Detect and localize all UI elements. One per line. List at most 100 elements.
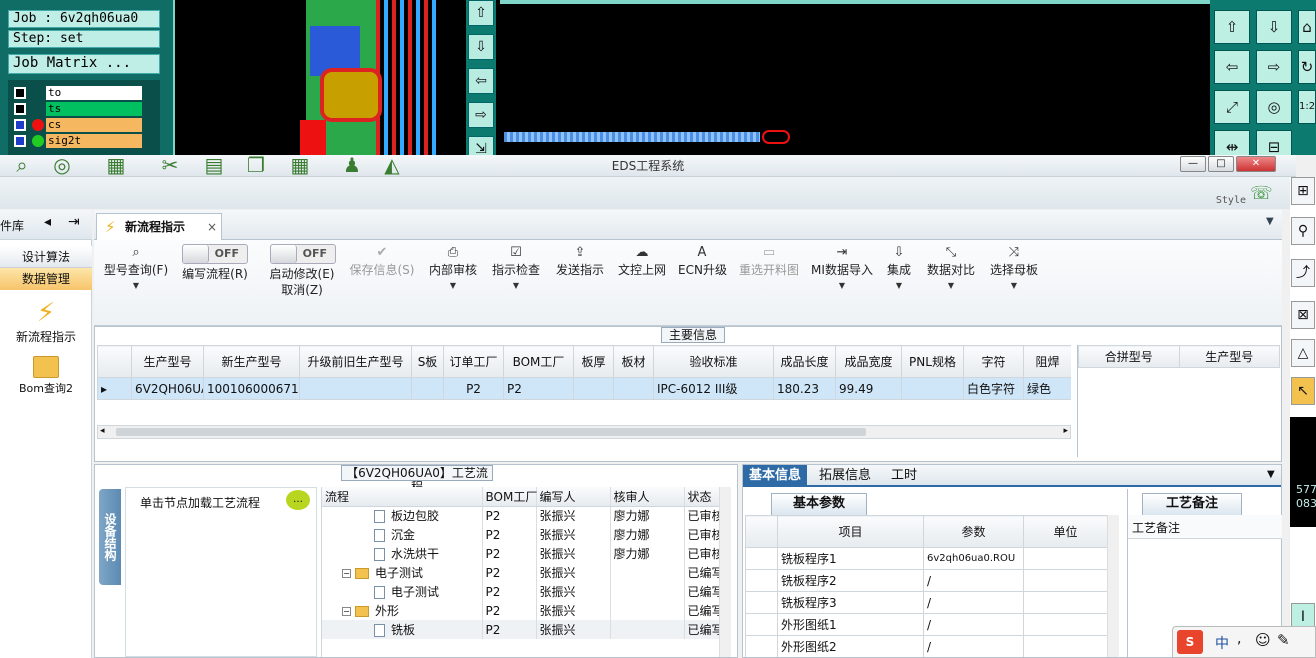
column-header[interactable]: 项目 (777, 515, 924, 548)
restore-button[interactable]: □ (1208, 156, 1234, 172)
instruction-check-button[interactable]: ☑ 指示检查 ▼ (490, 244, 542, 320)
scissors-icon[interactable]: ✂ (158, 153, 182, 177)
column-header[interactable]: 板材 (613, 345, 654, 378)
tab-work-hours[interactable]: 工时 (885, 465, 923, 487)
layer-row-to[interactable]: to (14, 86, 142, 100)
layer-checkbox[interactable] (14, 87, 26, 99)
column-header[interactable]: 合拼型号 (1078, 345, 1180, 368)
fit-icon[interactable]: ⤢ (1214, 90, 1250, 124)
vertical-scrollbar[interactable] (1107, 515, 1119, 657)
table-cell[interactable]: 99.49 (835, 377, 902, 400)
param-value-cell[interactable]: 6v2qh06ua0.ROU (923, 547, 1024, 570)
measure-icon[interactable]: ⇹ (1214, 130, 1250, 158)
mi-import-button[interactable]: ⇥ MI数据导入 ▼ (810, 244, 874, 320)
target-icon[interactable]: ◎ (50, 153, 74, 177)
sogou-icon[interactable]: S (1177, 630, 1203, 654)
column-header[interactable]: 核审人 (610, 487, 685, 507)
pan-right-icon[interactable]: ⇨ (1256, 50, 1292, 84)
table-row[interactable]: 铣板程序3 / (745, 591, 1108, 614)
table-cell[interactable] (411, 377, 444, 400)
redo-icon[interactable]: ↻ (1298, 50, 1316, 84)
pointer-icon[interactable]: ↖ (1291, 377, 1315, 405)
align-icon[interactable]: ⊠ (1291, 301, 1315, 329)
scroll-left-icon[interactable]: ◂ (100, 426, 105, 436)
ime-language[interactable]: 中 (1215, 633, 1229, 653)
select-mother-board-button[interactable]: ⤨ 选择母板 ▼ (988, 244, 1040, 320)
write-flow-toggle[interactable]: OFF (182, 244, 248, 264)
column-header[interactable]: BOM工厂 (503, 345, 574, 378)
nav-item-bom[interactable]: Bom查询2 (0, 356, 92, 396)
layer-row-cs[interactable]: cs (14, 118, 142, 132)
nav-item-new-flow[interactable]: ⚡ 新流程指示 (0, 298, 92, 345)
send-instruction-button[interactable]: ⇪ 发送指示 (554, 244, 606, 320)
job-matrix-button[interactable]: Job Matrix ... (8, 54, 160, 74)
column-header[interactable]: 板厚 (573, 345, 614, 378)
copy-icon[interactable]: ❐ (244, 153, 268, 177)
dropdown-arrow-icon[interactable]: ▼ (1267, 469, 1275, 480)
triangle-icon[interactable]: △ (1291, 339, 1315, 367)
table-row[interactable]: 铣板程序1 6v2qh06ua0.ROU (745, 547, 1108, 570)
table-cell[interactable] (613, 377, 654, 400)
move-right-icon[interactable]: ⇨ (468, 102, 494, 128)
table-row[interactable]: 外形图纸1 / (745, 613, 1108, 636)
column-header[interactable]: 成品长度 (773, 345, 836, 378)
minimize-button[interactable]: — (1180, 156, 1206, 172)
column-header[interactable]: 参数 (923, 515, 1024, 548)
column-header[interactable]: 单位 (1023, 515, 1108, 548)
tab-dropdown-icon[interactable]: ▼ (1266, 216, 1274, 227)
table-cell[interactable]: P2 (443, 377, 504, 400)
column-header[interactable]: 成品宽度 (835, 345, 902, 378)
write-flow-button[interactable]: 编写流程(R) (176, 266, 254, 296)
scroll-right-icon[interactable]: ▸ (1063, 426, 1068, 436)
column-header[interactable]: 编写人 (536, 487, 611, 507)
grid-icon[interactable]: ▦ (104, 153, 128, 177)
internal-review-button[interactable]: ⎙ 内部审核 ▼ (428, 244, 478, 320)
close-button[interactable]: ✕ (1236, 156, 1276, 172)
arrow-left-icon[interactable]: ◂ (44, 214, 51, 230)
table-row[interactable]: 外形图纸2 / (745, 635, 1108, 657)
data-compare-button[interactable]: ⤡ 数据对比 ▼ (924, 244, 978, 320)
tree-row[interactable]: 铣板 P2 张振兴 已编写 (322, 620, 731, 639)
tree-row[interactable]: 板边包胶 P2 张振兴 廖力娜 已审核 (322, 506, 731, 525)
table-cell[interactable]: 10010600067194 (203, 377, 300, 400)
column-header[interactable]: 流程 (322, 487, 483, 507)
layer-checkbox[interactable] (14, 103, 26, 115)
ruler-icon[interactable]: ⊞ (1291, 177, 1315, 205)
column-header[interactable]: BOM工厂 (482, 487, 537, 507)
layer-row-sig2t[interactable]: sig2t (14, 134, 142, 148)
layer-checkbox[interactable] (14, 135, 26, 147)
style-menu[interactable]: Style (1216, 195, 1246, 206)
doc-control-online-button[interactable]: ☁ 文控上网 (616, 244, 668, 320)
column-header[interactable]: PNL规格 (901, 345, 964, 378)
pen-icon[interactable]: ✎ (1277, 631, 1290, 649)
column-header[interactable]: 阻焊 (1023, 345, 1071, 378)
column-header[interactable]: 订单工厂 (443, 345, 504, 378)
zoom-down-icon[interactable]: ⇩ (1256, 10, 1292, 44)
tree-row[interactable]: − 电子测试 P2 张振兴 已编写 (322, 563, 731, 582)
table-cell[interactable] (573, 377, 614, 400)
horizontal-scrollbar[interactable]: ◂ ▸ (97, 425, 1071, 439)
tab-basic-params[interactable]: 基本参数 (771, 493, 867, 515)
table-cell[interactable]: 180.23 (773, 377, 836, 400)
tree-row[interactable]: 电子测试 P2 张振兴 已编写 (322, 582, 731, 601)
layer-row-ts[interactable]: ts (14, 102, 142, 116)
phone-icon[interactable]: ☏ (1250, 183, 1273, 204)
tab-process-note[interactable]: 工艺备注 (1142, 493, 1242, 515)
home-icon[interactable]: ⌂ (1298, 10, 1316, 44)
reselect-cut-button[interactable]: ▭ 重选开料图 (736, 244, 802, 320)
start-edit-toggle[interactable]: OFF (270, 244, 336, 264)
table-row[interactable]: 铣板程序2 / (745, 569, 1108, 592)
column-header[interactable]: S板 (411, 345, 444, 378)
scroll-thumb[interactable] (116, 428, 866, 436)
tree-row[interactable]: − 外形 P2 张振兴 已编写 (322, 601, 731, 620)
search-icon[interactable]: ⌕ (10, 153, 34, 177)
move-down-icon[interactable]: ⇩ (468, 34, 494, 60)
nav-tab-data[interactable]: 数据管理 (0, 268, 92, 290)
column-header[interactable]: 验收标准 (653, 345, 774, 378)
collapse-icon[interactable]: − (342, 569, 351, 578)
punctuation-icon[interactable]: , (1237, 631, 1241, 647)
table-cell[interactable]: 白色字符 (963, 377, 1024, 400)
route-icon[interactable]: ⤴ (1291, 259, 1315, 287)
cut-icon[interactable]: ⊟ (1256, 130, 1292, 158)
table-cell[interactable] (299, 377, 412, 400)
